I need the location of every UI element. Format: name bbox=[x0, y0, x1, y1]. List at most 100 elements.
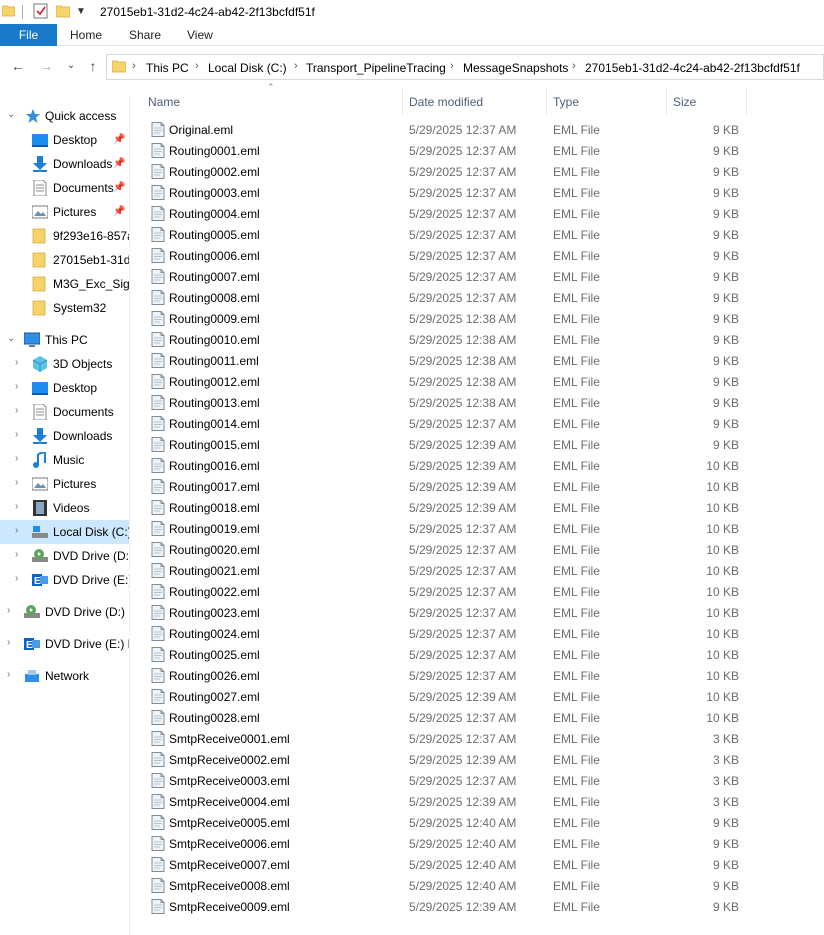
file-row[interactable]: Routing0010.eml 5/29/2025 12:38 AM EML Fil… bbox=[131, 329, 824, 350]
chevron-right-icon[interactable]: › bbox=[15, 381, 18, 392]
column-divider[interactable] bbox=[546, 88, 547, 114]
file-row[interactable]: Routing0025.eml 5/29/2025 12:37 AM EML Fil… bbox=[131, 644, 824, 665]
chevron-down-icon[interactable]: ⌄ bbox=[7, 333, 15, 344]
chevron-right-icon[interactable]: › bbox=[572, 60, 576, 72]
file-row[interactable]: Routing0024.eml 5/29/2025 12:37 AM EML Fil… bbox=[131, 623, 824, 644]
file-row[interactable]: Routing0006.eml 5/29/2025 12:37 AM EML Fil… bbox=[131, 245, 824, 266]
column-header-date-modified[interactable]: Date modified bbox=[409, 95, 483, 109]
chevron-right-icon[interactable]: › bbox=[15, 573, 18, 584]
nav-item-dvd-e[interactable]: › E DVD Drive (E:) bbox=[0, 568, 129, 592]
chevron-right-icon[interactable]: › bbox=[15, 549, 18, 560]
tab-file[interactable]: File bbox=[0, 24, 57, 46]
column-header-type[interactable]: Type bbox=[553, 95, 579, 109]
nav-item-folder-9f293e16[interactable]: 9f293e16-857a bbox=[0, 224, 129, 248]
file-row[interactable]: SmtpReceive0001.eml 5/29/2025 12:37 AM EML… bbox=[131, 728, 824, 749]
nav-item-local-disk[interactable]: › Local Disk (C:) bbox=[0, 520, 129, 544]
recent-locations-icon[interactable]: ⌄ bbox=[63, 58, 79, 74]
nav-item-pc-documents[interactable]: › Documents bbox=[0, 400, 129, 424]
pin-icon[interactable]: 📌 bbox=[113, 206, 125, 217]
file-row[interactable]: Routing0018.eml 5/29/2025 12:39 AM EML Fil… bbox=[131, 497, 824, 518]
file-row[interactable]: SmtpReceive0009.eml 5/29/2025 12:39 AM EML… bbox=[131, 896, 824, 917]
chevron-right-icon[interactable]: › bbox=[15, 453, 18, 464]
file-row[interactable]: Routing0015.eml 5/29/2025 12:39 AM EML Fil… bbox=[131, 434, 824, 455]
chevron-right-icon[interactable]: › bbox=[15, 405, 18, 416]
nav-item-folder-system32[interactable]: System32 bbox=[0, 296, 129, 320]
file-row[interactable]: Routing0001.eml 5/29/2025 12:37 AM EML Fil… bbox=[131, 140, 824, 161]
file-row[interactable]: SmtpReceive0003.eml 5/29/2025 12:37 AM EML… bbox=[131, 770, 824, 791]
pin-icon[interactable]: 📌 bbox=[113, 158, 125, 169]
nav-item-pictures[interactable]: Pictures 📌 bbox=[0, 200, 129, 224]
file-row[interactable]: Routing0008.eml 5/29/2025 12:37 AM EML Fil… bbox=[131, 287, 824, 308]
nav-item-pc-desktop[interactable]: › Desktop bbox=[0, 376, 129, 400]
file-row[interactable]: Routing0016.eml 5/29/2025 12:39 AM EML Fil… bbox=[131, 455, 824, 476]
column-header-size[interactable]: Size bbox=[673, 95, 696, 109]
file-row[interactable]: Routing0023.eml 5/29/2025 12:37 AM EML Fil… bbox=[131, 602, 824, 623]
customize-toolbar-dropdown[interactable]: ▼ bbox=[76, 6, 86, 17]
chevron-right-icon[interactable]: › bbox=[7, 637, 10, 648]
chevron-right-icon[interactable]: › bbox=[7, 605, 10, 616]
chevron-right-icon[interactable]: › bbox=[294, 60, 298, 72]
column-divider[interactable] bbox=[402, 88, 403, 114]
file-row[interactable]: Routing0013.eml 5/29/2025 12:38 AM EML Fil… bbox=[131, 392, 824, 413]
file-row[interactable]: Routing0009.eml 5/29/2025 12:38 AM EML Fil… bbox=[131, 308, 824, 329]
column-divider[interactable] bbox=[666, 88, 667, 114]
nav-this-pc[interactable]: ⌄ This PC bbox=[0, 328, 129, 352]
file-row[interactable]: Routing0004.eml 5/29/2025 12:37 AM EML Fil… bbox=[131, 203, 824, 224]
chevron-right-icon[interactable]: › bbox=[15, 357, 18, 368]
address-bar[interactable]: › This PC › Local Disk (C:) › Transport_… bbox=[106, 54, 824, 80]
file-row[interactable]: Routing0012.eml 5/29/2025 12:38 AM EML Fil… bbox=[131, 371, 824, 392]
chevron-right-icon[interactable]: › bbox=[15, 477, 18, 488]
chevron-right-icon[interactable]: › bbox=[132, 60, 136, 72]
pin-icon[interactable]: 📌 bbox=[113, 182, 125, 193]
nav-item-3d-objects[interactable]: › 3D Objects bbox=[0, 352, 129, 376]
file-row[interactable]: Routing0028.eml 5/29/2025 12:37 AM EML Fil… bbox=[131, 707, 824, 728]
properties-icon[interactable] bbox=[33, 3, 48, 19]
file-row[interactable]: SmtpReceive0004.eml 5/29/2025 12:39 AM EML… bbox=[131, 791, 824, 812]
nav-item-downloads[interactable]: Downloads 📌 bbox=[0, 152, 129, 176]
file-row[interactable]: Routing0017.eml 5/29/2025 12:39 AM EML Fil… bbox=[131, 476, 824, 497]
breadcrumb-transport-pipelinetracing[interactable]: Transport_PipelineTracing bbox=[306, 61, 446, 75]
new-folder-icon[interactable] bbox=[56, 4, 70, 18]
file-row[interactable]: Routing0005.eml 5/29/2025 12:37 AM EML Fil… bbox=[131, 224, 824, 245]
file-row[interactable]: Routing0026.eml 5/29/2025 12:37 AM EML Fil… bbox=[131, 665, 824, 686]
nav-item-documents[interactable]: Documents 📌 bbox=[0, 176, 129, 200]
file-row[interactable]: Routing0014.eml 5/29/2025 12:37 AM EML Fil… bbox=[131, 413, 824, 434]
file-row[interactable]: Routing0021.eml 5/29/2025 12:37 AM EML Fil… bbox=[131, 560, 824, 581]
file-row[interactable]: SmtpReceive0005.eml 5/29/2025 12:40 AM EML… bbox=[131, 812, 824, 833]
file-row[interactable]: SmtpReceive0002.eml 5/29/2025 12:39 AM EML… bbox=[131, 749, 824, 770]
column-divider[interactable] bbox=[746, 88, 747, 114]
chevron-right-icon[interactable]: › bbox=[195, 60, 199, 72]
chevron-right-icon[interactable]: › bbox=[7, 669, 10, 680]
file-row[interactable]: Original.eml 5/29/2025 12:37 AM EML File 9 … bbox=[131, 119, 824, 140]
nav-item-videos[interactable]: › Videos bbox=[0, 496, 129, 520]
nav-item-folder-27015eb1[interactable]: 27015eb1-31d2 bbox=[0, 248, 129, 272]
breadcrumb-messagesnapshots[interactable]: MessageSnapshots bbox=[463, 61, 568, 75]
file-row[interactable]: Routing0011.eml 5/29/2025 12:38 AM EML Fil… bbox=[131, 350, 824, 371]
file-row[interactable]: Routing0027.eml 5/29/2025 12:39 AM EML Fil… bbox=[131, 686, 824, 707]
tab-view[interactable]: View bbox=[187, 24, 213, 46]
chevron-right-icon[interactable]: › bbox=[15, 501, 18, 512]
pin-icon[interactable]: 📌 bbox=[113, 134, 125, 145]
file-row[interactable]: Routing0019.eml 5/29/2025 12:37 AM EML Fil… bbox=[131, 518, 824, 539]
nav-item-desktop[interactable]: Desktop 📌 bbox=[0, 128, 129, 152]
file-row[interactable]: Routing0007.eml 5/29/2025 12:37 AM EML Fil… bbox=[131, 266, 824, 287]
file-row[interactable]: Routing0003.eml 5/29/2025 12:37 AM EML Fil… bbox=[131, 182, 824, 203]
file-row[interactable]: SmtpReceive0006.eml 5/29/2025 12:40 AM EML… bbox=[131, 833, 824, 854]
nav-item-dvd-d-root[interactable]: › DVD Drive (D:) S bbox=[0, 600, 129, 624]
chevron-right-icon[interactable]: › bbox=[15, 525, 18, 536]
file-row[interactable]: Routing0002.eml 5/29/2025 12:37 AM EML Fil… bbox=[131, 161, 824, 182]
file-row[interactable]: SmtpReceive0007.eml 5/29/2025 12:40 AM EML… bbox=[131, 854, 824, 875]
chevron-right-icon[interactable]: › bbox=[15, 429, 18, 440]
up-arrow-icon[interactable]: ↑ bbox=[85, 58, 101, 74]
back-arrow-icon[interactable]: ← bbox=[10, 58, 26, 74]
chevron-right-icon[interactable]: › bbox=[450, 60, 454, 72]
file-row[interactable]: Routing0020.eml 5/29/2025 12:37 AM EML Fil… bbox=[131, 539, 824, 560]
nav-item-pc-downloads[interactable]: › Downloads bbox=[0, 424, 129, 448]
tab-share[interactable]: Share bbox=[129, 24, 161, 46]
breadcrumb-local-disk[interactable]: Local Disk (C:) bbox=[208, 61, 287, 75]
chevron-down-icon[interactable]: ⌄ bbox=[7, 109, 15, 120]
nav-quick-access[interactable]: ⌄ Quick access bbox=[0, 104, 129, 128]
column-header-name[interactable]: Name bbox=[148, 95, 180, 109]
nav-item-pc-pictures[interactable]: › Pictures bbox=[0, 472, 129, 496]
forward-arrow-icon[interactable]: → bbox=[38, 58, 54, 74]
